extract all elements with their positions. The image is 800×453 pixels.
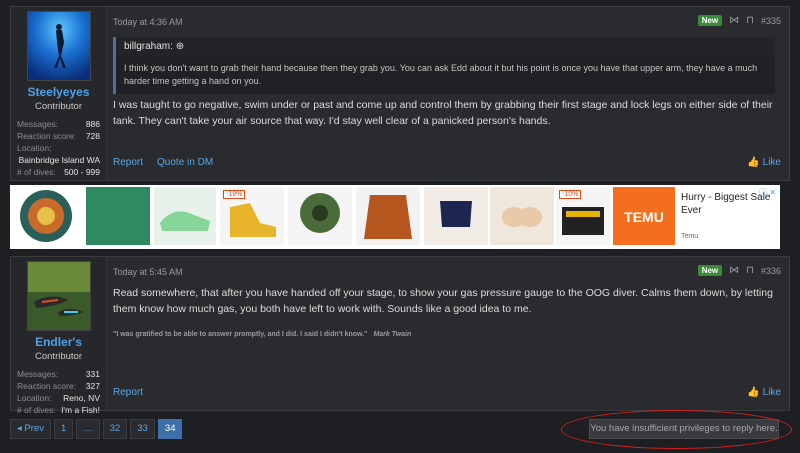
prev-page-button[interactable]: ◂ Prev [10, 419, 51, 439]
post-number[interactable]: #336 [761, 266, 781, 276]
annotation-circle [561, 410, 792, 449]
ad-banner[interactable]: -19% -10% TEMU Hurry - Biggest Sale Ever… [10, 185, 780, 249]
like-button[interactable]: 👍 Like [747, 157, 781, 168]
pagination: ◂ Prev 1 … 32 33 34 [10, 419, 183, 439]
arrow-up-icon[interactable]: ⊕ [176, 41, 184, 52]
post-content: Today at 5:45 AM New ⋈ ⊓ #336 Read somew… [111, 257, 781, 410]
user-info: Endler's Contributor Messages: 331 React… [11, 257, 107, 415]
ad-brand: Temu [681, 233, 699, 240]
post-335: Steelyeyes Contributor Messages: 886 Rea… [10, 6, 790, 181]
post-meta: Today at 5:45 AM New ⋈ ⊓ #336 [113, 265, 781, 279]
discount-tag: -10% [559, 190, 582, 199]
post-meta: Today at 4:36 AM New ⋈ ⊓ #335 [113, 15, 781, 29]
share-icon[interactable]: ⋈ [729, 265, 739, 276]
ad-product-bra[interactable] [490, 187, 554, 245]
quote-in-dm-link[interactable]: Quote in DM [157, 157, 213, 168]
post-actions: Report Quote in DM [113, 157, 213, 168]
stat-location: Location: Reno, NV [17, 393, 100, 403]
quote-text: I think you don't want to grab their han… [124, 63, 758, 86]
ad-product-shoes[interactable] [154, 187, 216, 245]
ad-product-braided-line[interactable] [288, 187, 352, 245]
stat-dives: # of dives: 500 - 999 [17, 167, 100, 177]
ad-product-lace-top[interactable] [424, 187, 488, 245]
report-link[interactable]: Report [113, 387, 143, 398]
stat-dives: # of dives: I'm a Fish! [17, 405, 100, 415]
user-info: Steelyeyes Contributor Messages: 886 Rea… [11, 7, 107, 180]
quote-block: billgraham: ⊕ I think you don't want to … [113, 37, 775, 94]
temu-logo[interactable]: TEMU [613, 187, 675, 245]
stat-reaction-score: Reaction score: 728 [17, 131, 100, 141]
stat-messages: Messages: 886 [17, 119, 100, 129]
post-date[interactable]: Today at 5:45 AM [113, 267, 183, 277]
user-title: Contributor [35, 351, 82, 362]
ad-product-tool-kit[interactable]: -10% [556, 187, 610, 245]
share-icon[interactable]: ⋈ [729, 15, 739, 26]
quote-header[interactable]: billgraham: ⊕ [116, 37, 775, 56]
like-button[interactable]: 👍 Like [747, 387, 781, 398]
page-1[interactable]: 1 [53, 419, 74, 439]
stat-messages: Messages: 331 [17, 369, 100, 379]
ad-product-orange-top[interactable] [356, 187, 420, 245]
stat-location: Location: Bainbridge Island WA [17, 143, 100, 165]
page-34-current[interactable]: 34 [157, 419, 183, 439]
new-badge: New [697, 265, 723, 276]
new-badge: New [697, 15, 723, 26]
quote-author[interactable]: billgraham: [124, 41, 173, 52]
stat-reaction-score: Reaction score: 327 [17, 381, 100, 391]
ad-product-tree-art[interactable] [14, 187, 78, 245]
page-32[interactable]: 32 [102, 419, 128, 439]
post-body: I was taught to go negative, swim under … [113, 99, 773, 127]
signature-author: Mark Twain [373, 331, 412, 338]
page-33[interactable]: 33 [130, 419, 155, 439]
username[interactable]: Steelyeyes [17, 85, 100, 99]
post-336: Endler's Contributor Messages: 331 React… [10, 256, 790, 415]
signature: "I was gratified to be able to answer pr… [113, 331, 411, 338]
post-number[interactable]: #335 [761, 16, 781, 26]
thumbs-up-icon: 👍 [747, 387, 760, 398]
page-ellipsis[interactable]: … [76, 419, 100, 439]
avatar[interactable] [26, 11, 91, 81]
discount-tag: -19% [223, 190, 246, 199]
post-date[interactable]: Today at 4:36 AM [113, 17, 183, 27]
username[interactable]: Endler's [17, 335, 100, 349]
avatar[interactable] [26, 261, 91, 331]
ad-info-icon[interactable]: ⓘ ✕ [759, 187, 776, 198]
post-content: Today at 4:36 AM New ⋈ ⊓ #335 billgraham… [111, 7, 781, 180]
report-link[interactable]: Report [113, 157, 143, 168]
thumbs-up-icon: 👍 [747, 157, 760, 168]
user-title: Contributor [35, 101, 82, 112]
ad-product-toolbox[interactable] [86, 187, 150, 245]
signature-quote: "I was gratified to be able to answer pr… [113, 331, 368, 338]
bookmark-icon[interactable]: ⊓ [746, 15, 754, 26]
post-actions: Report [113, 387, 143, 398]
post-body: Read somewhere, that after you have hand… [113, 287, 773, 315]
bookmark-icon[interactable]: ⊓ [746, 265, 754, 276]
ad-product-boots[interactable]: -19% [220, 187, 284, 245]
